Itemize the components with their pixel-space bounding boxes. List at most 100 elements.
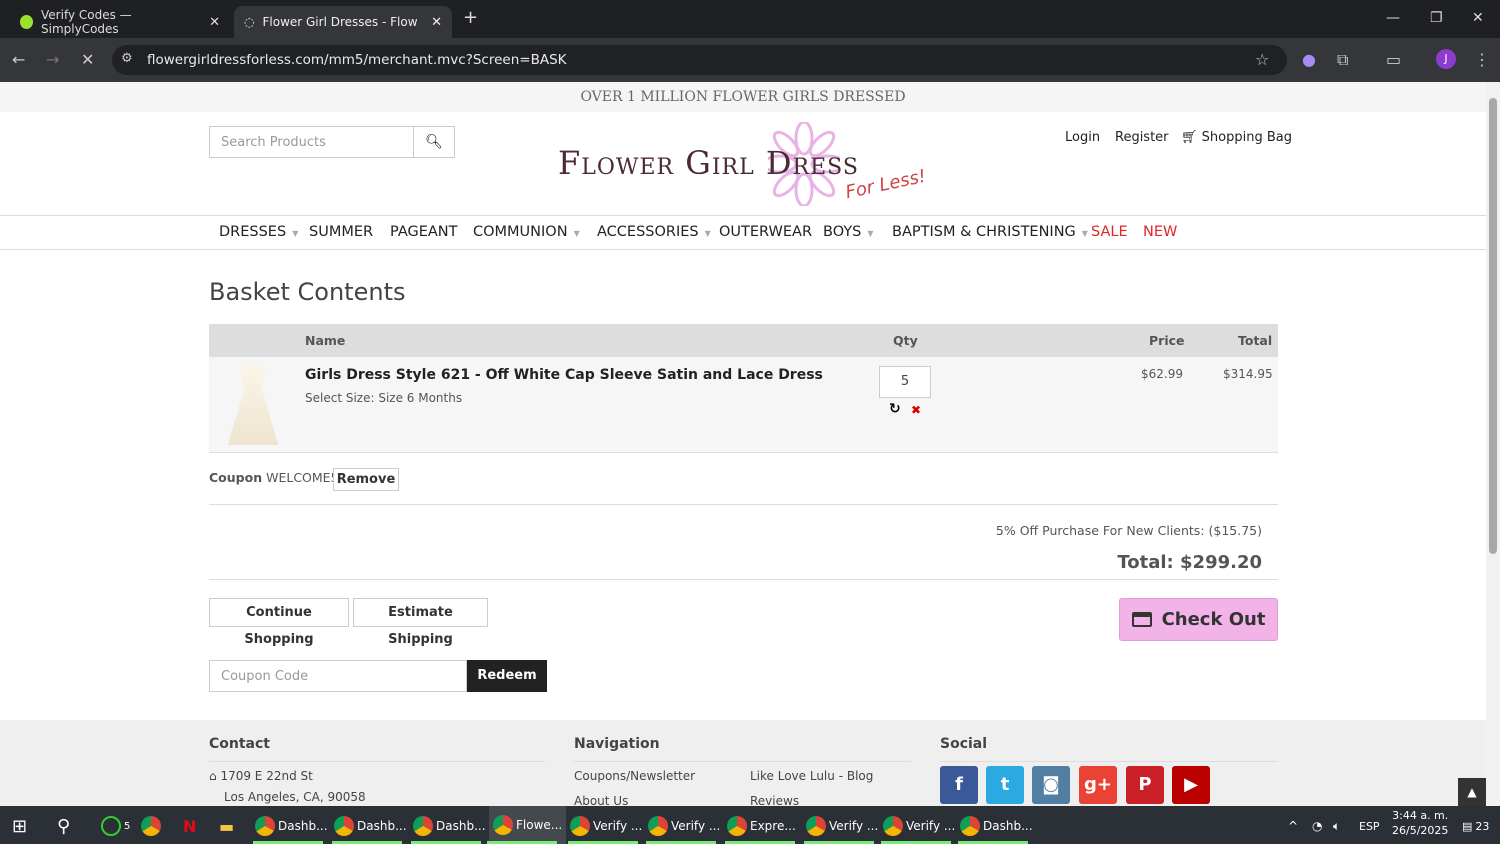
- extension-icon[interactable]: ●: [1302, 50, 1316, 69]
- chrome-icon: [255, 816, 275, 836]
- footer-link-about[interactable]: About Us: [574, 794, 628, 806]
- taskbar-app-label: Verify ...: [906, 819, 956, 833]
- facebook-icon[interactable]: f: [940, 766, 978, 804]
- nav-sale[interactable]: SALE: [1091, 224, 1128, 240]
- google-plus-icon[interactable]: g+: [1079, 766, 1117, 804]
- basket-table-header: Name Qty Price Total: [209, 324, 1278, 357]
- wifi-icon[interactable]: ◔: [1312, 814, 1322, 838]
- clock[interactable]: 3:44 a. m. 26/5/2025: [1392, 809, 1448, 841]
- start-button[interactable]: ⊞: [12, 814, 27, 838]
- footer-contact-heading: Contact: [209, 736, 270, 752]
- nav-pageant[interactable]: PAGEANT: [390, 224, 458, 240]
- close-window-button[interactable]: ✕: [1472, 10, 1484, 26]
- nav-dresses[interactable]: DRESSES ▼: [219, 224, 298, 240]
- divider: [209, 504, 1278, 505]
- close-tab-icon[interactable]: ✕: [431, 15, 442, 30]
- refresh-icon[interactable]: ↻: [889, 401, 901, 417]
- taskbar: ⊞ ⚲ 5 N ▬ Dashb... Dashb... Dashb... Flowe.…: [0, 806, 1500, 844]
- taskbar-app-label: Dashb...: [983, 819, 1033, 833]
- col-total: Total: [1238, 333, 1273, 348]
- close-tab-icon[interactable]: ✕: [209, 15, 220, 30]
- remove-item-icon[interactable]: ✖: [911, 403, 921, 417]
- site-logo[interactable]: Flower Girl Dress: [558, 144, 859, 182]
- pinterest-icon[interactable]: P: [1126, 766, 1164, 804]
- checkout-button[interactable]: Check Out: [1119, 598, 1278, 641]
- nav-boys[interactable]: BOYS ▼: [823, 224, 874, 240]
- nav-accessories[interactable]: ACCESSORIES ▼: [597, 224, 711, 240]
- instagram-icon[interactable]: ◙: [1032, 766, 1070, 804]
- redeem-button[interactable]: Redeem: [467, 660, 547, 692]
- login-link[interactable]: Login: [1065, 130, 1100, 145]
- footer-link-reviews[interactable]: Reviews: [750, 794, 799, 806]
- menu-icon[interactable]: ⋮: [1474, 50, 1490, 69]
- product-image[interactable]: [227, 363, 279, 445]
- coupon-code-input[interactable]: Coupon Code: [209, 660, 467, 692]
- twitter-icon[interactable]: t: [986, 766, 1024, 804]
- taskbar-app-label: Dashb...: [436, 819, 486, 833]
- language-indicator[interactable]: ESP: [1359, 814, 1380, 838]
- continue-shopping-button[interactable]: Continue Shopping: [209, 598, 349, 647]
- taskbar-app-2[interactable]: Dashb...: [413, 814, 486, 838]
- forward-icon[interactable]: →: [46, 50, 59, 69]
- estimate-shipping-button[interactable]: Estimate Shipping: [353, 598, 488, 647]
- taskbar-app-6[interactable]: Expre...: [727, 814, 796, 838]
- shopping-bag-link[interactable]: 🛒︎ Shopping Bag: [1181, 130, 1292, 145]
- netflix-icon[interactable]: N: [183, 814, 196, 838]
- nav-communion[interactable]: COMMUNION ▼: [473, 224, 580, 240]
- footer-social-heading: Social: [940, 736, 988, 752]
- taskbar-app-7[interactable]: Verify ...: [806, 814, 878, 838]
- tab-verify-codes[interactable]: Verify Codes — SimplyCodes ✕: [10, 6, 230, 38]
- address-line-1: ⌂ 1709 E 22nd St: [209, 769, 313, 783]
- taskbar-app-label: Dashb...: [278, 819, 328, 833]
- nav-baptism[interactable]: BAPTISM & CHRISTENING ▼: [892, 224, 1088, 240]
- nav-outerwear[interactable]: OUTERWEAR: [719, 224, 812, 240]
- whatsapp-icon[interactable]: 5: [101, 814, 130, 838]
- taskbar-app-label: Expre...: [750, 819, 796, 833]
- nav-new[interactable]: NEW: [1143, 224, 1177, 240]
- scrollbar-thumb[interactable]: [1489, 98, 1497, 554]
- extensions-puzzle-icon[interactable]: ⧉: [1337, 50, 1348, 70]
- register-link[interactable]: Register: [1115, 130, 1169, 145]
- site-info-icon[interactable]: ⚙: [121, 51, 133, 66]
- footer-link-blog[interactable]: Like Love Lulu - Blog: [750, 769, 873, 783]
- product-name[interactable]: Girls Dress Style 621 - Off White Cap Sl…: [305, 367, 823, 383]
- quantity-input[interactable]: 5: [879, 366, 931, 398]
- nav-summer[interactable]: SUMMER: [309, 224, 373, 240]
- tab-search-icon[interactable]: ▭: [1386, 50, 1401, 69]
- taskbar-app-4[interactable]: Verify ...: [570, 814, 642, 838]
- profile-avatar[interactable]: J: [1436, 49, 1456, 69]
- search-input[interactable]: Search Products: [209, 126, 414, 158]
- tab-flower-girl[interactable]: ◌ Flower Girl Dresses - Flower Gir ✕: [234, 6, 452, 38]
- taskbar-app-9[interactable]: Dashb...: [960, 814, 1033, 838]
- youtube-icon[interactable]: ▶: [1172, 766, 1210, 804]
- search-button[interactable]: 🔍︎: [413, 126, 455, 158]
- back-to-top-button[interactable]: ▲: [1458, 778, 1486, 806]
- address-bar[interactable]: flowergirldressforless.com/mm5/merchant.…: [112, 45, 1287, 75]
- restore-button[interactable]: ❐: [1430, 10, 1443, 26]
- new-tab-button[interactable]: +: [463, 7, 478, 28]
- home-icon: ⌂: [209, 769, 221, 783]
- search-icon[interactable]: ⚲: [57, 814, 70, 838]
- checkout-label: Check Out: [1161, 609, 1266, 630]
- divider: [209, 579, 1278, 580]
- file-explorer-icon[interactable]: ▬: [219, 814, 234, 838]
- notifications-icon[interactable]: ▤ 23: [1462, 814, 1489, 838]
- taskbar-app-5[interactable]: Verify ...: [648, 814, 720, 838]
- taskbar-app-8[interactable]: Verify ...: [883, 814, 955, 838]
- url-text: flowergirldressforless.com/mm5/merchant.…: [147, 52, 567, 68]
- tray-chevron-icon[interactable]: ^: [1288, 814, 1298, 838]
- taskbar-app-1[interactable]: Dashb...: [334, 814, 407, 838]
- minimize-button[interactable]: —: [1386, 10, 1400, 26]
- credit-card-icon: [1131, 612, 1152, 627]
- bookmark-star-icon[interactable]: ☆: [1255, 50, 1269, 69]
- taskbar-app-0[interactable]: Dashb...: [255, 814, 328, 838]
- volume-icon[interactable]: 🔈︎: [1333, 814, 1340, 838]
- stop-icon[interactable]: ✕: [81, 50, 94, 69]
- remove-coupon-button[interactable]: Remove: [333, 468, 399, 491]
- footer-link-coupons[interactable]: Coupons/Newsletter: [574, 769, 695, 783]
- chrome-icon[interactable]: [141, 814, 161, 838]
- taskbar-app-3[interactable]: Flowe...: [489, 806, 567, 844]
- back-icon[interactable]: ←: [12, 50, 25, 69]
- footer: Contact ⌂ 1709 E 22nd St Los Angeles, CA…: [0, 720, 1486, 806]
- bag-label: Shopping Bag: [1201, 130, 1292, 145]
